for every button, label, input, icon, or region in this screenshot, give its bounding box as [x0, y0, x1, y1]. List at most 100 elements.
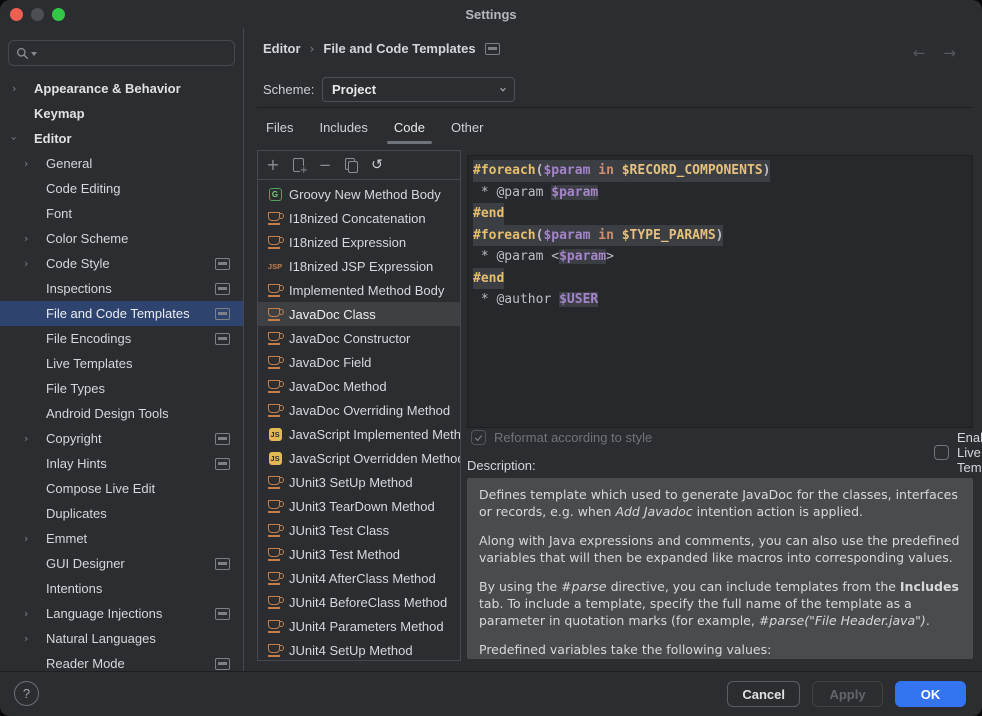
chevron-right-icon[interactable]	[12, 83, 34, 94]
template-item[interactable]: Implemented Method Body	[258, 278, 460, 302]
back-arrow-icon[interactable]: ←	[913, 44, 926, 62]
sidebar-item-label: Color Scheme	[46, 231, 128, 246]
chevron-down-icon[interactable]	[12, 133, 34, 144]
chevron-right-icon[interactable]	[24, 533, 46, 544]
sidebar-item[interactable]: File Encodings	[0, 326, 243, 351]
sidebar-item-label: GUI Designer	[46, 556, 125, 571]
project-setting-marker-icon	[215, 433, 230, 445]
template-item[interactable]: JUnit4 Parameters Method	[258, 614, 460, 638]
template-item[interactable]: JUnit4 SetUp Method	[258, 638, 460, 661]
forward-arrow-icon[interactable]: →	[943, 44, 956, 62]
tab-files[interactable]: Files	[259, 113, 300, 144]
template-item[interactable]: GGroovy New Method Body	[258, 182, 460, 206]
live-templates-checkbox[interactable]	[934, 445, 949, 460]
sidebar-item[interactable]: Font	[0, 201, 243, 226]
add-template-button[interactable]	[265, 157, 281, 173]
sidebar-item[interactable]: Code Editing	[0, 176, 243, 201]
search-input[interactable]	[39, 45, 227, 62]
chevron-right-icon[interactable]	[24, 433, 46, 444]
tab-code[interactable]: Code	[387, 113, 432, 144]
minimize-window-button[interactable]	[31, 8, 44, 21]
live-templates-option: Enable Live Templates	[934, 430, 982, 475]
template-item[interactable]: JUnit4 AfterClass Method	[258, 566, 460, 590]
scheme-select[interactable]: Project ›	[322, 77, 515, 102]
sidebar-item[interactable]: Copyright	[0, 426, 243, 451]
apply-button[interactable]: Apply	[812, 681, 883, 707]
template-editor[interactable]: #foreach($param in $RECORD_COMPONENTS) *…	[467, 155, 973, 428]
template-list: GGroovy New Method BodyI18nized Concaten…	[258, 180, 460, 661]
zoom-window-button[interactable]	[52, 8, 65, 21]
template-item[interactable]: JavaDoc Class	[258, 302, 460, 326]
description-box[interactable]: Defines template which used to generate …	[467, 478, 973, 659]
search-history-caret-icon[interactable]	[31, 52, 37, 56]
sidebar-item[interactable]: File Types	[0, 376, 243, 401]
template-item-label: I18nized Expression	[289, 235, 406, 250]
sidebar-item[interactable]: Color Scheme	[0, 226, 243, 251]
sidebar-item[interactable]: Code Style	[0, 251, 243, 276]
sidebar-item-label: Natural Languages	[46, 631, 156, 646]
template-item[interactable]: JavaDoc Overriding Method	[258, 398, 460, 422]
chevron-right-icon[interactable]	[24, 158, 46, 169]
sidebar-item-label: Code Editing	[46, 181, 120, 196]
template-item[interactable]: JUnit3 Test Method	[258, 542, 460, 566]
template-item[interactable]: JUnit3 TearDown Method	[258, 494, 460, 518]
tab-other[interactable]: Other	[444, 113, 491, 144]
java-icon	[267, 234, 283, 250]
template-item[interactable]: I18nized Concatenation	[258, 206, 460, 230]
close-window-button[interactable]	[10, 8, 23, 21]
settings-search-field[interactable]	[8, 40, 235, 66]
template-item[interactable]: JSJavaScript Implemented Method	[258, 422, 460, 446]
template-item[interactable]: JavaDoc Field	[258, 350, 460, 374]
template-item[interactable]: JSPI18nized JSP Expression	[258, 254, 460, 278]
sidebar-item[interactable]: File and Code Templates	[0, 301, 243, 326]
ok-button[interactable]: OK	[895, 681, 966, 707]
description-paragraph: Predefined variables take the following …	[479, 641, 961, 658]
separator	[257, 107, 973, 108]
template-item[interactable]: JavaDoc Method	[258, 374, 460, 398]
question-icon: ?	[23, 686, 30, 701]
template-item[interactable]: JUnit3 Test Class	[258, 518, 460, 542]
template-item[interactable]: I18nized Expression	[258, 230, 460, 254]
chevron-right-icon[interactable]	[24, 608, 46, 619]
bottom-bar: ? Cancel Apply OK	[0, 671, 982, 716]
copy-template-button[interactable]	[343, 157, 359, 173]
sidebar-item[interactable]: Duplicates	[0, 501, 243, 526]
sidebar-item[interactable]: Language Injections	[0, 601, 243, 626]
template-item[interactable]: JavaDoc Constructor	[258, 326, 460, 350]
template-item[interactable]: JUnit4 BeforeClass Method	[258, 590, 460, 614]
sidebar-item[interactable]: Intentions	[0, 576, 243, 601]
sidebar-item[interactable]: Keymap	[0, 101, 243, 126]
template-item[interactable]: JSJavaScript Overridden Method	[258, 446, 460, 470]
chevron-right-icon[interactable]	[24, 633, 46, 644]
sidebar-item-label: Code Style	[46, 256, 110, 271]
sidebar-item[interactable]: Natural Languages	[0, 626, 243, 651]
reformat-checkbox[interactable]	[471, 430, 486, 445]
project-setting-marker-icon	[215, 558, 230, 570]
tab-includes[interactable]: Includes	[312, 113, 374, 144]
sidebar-item[interactable]: Android Design Tools	[0, 401, 243, 426]
sidebar-item[interactable]: General	[0, 151, 243, 176]
sidebar-item[interactable]: Live Templates	[0, 351, 243, 376]
chevron-right-icon[interactable]	[24, 258, 46, 269]
scheme-row: Scheme: Project ›	[263, 77, 515, 102]
sidebar-item[interactable]: Compose Live Edit	[0, 476, 243, 501]
sidebar-item[interactable]: Inspections	[0, 276, 243, 301]
sidebar-item[interactable]: Appearance & Behavior	[0, 76, 243, 101]
sidebar-item[interactable]: Editor	[0, 126, 243, 151]
revert-template-button[interactable]	[369, 157, 385, 173]
help-button[interactable]: ?	[14, 681, 39, 706]
template-item[interactable]: JUnit3 SetUp Method	[258, 470, 460, 494]
chevron-right-icon[interactable]	[24, 233, 46, 244]
sidebar-item[interactable]: GUI Designer	[0, 551, 243, 576]
sidebar-item[interactable]: Reader Mode	[0, 651, 243, 672]
duplicate-template-button[interactable]	[291, 157, 307, 173]
sidebar-item[interactable]: Inlay Hints	[0, 451, 243, 476]
sidebar-item[interactable]: Emmet	[0, 526, 243, 551]
template-item-label: JavaDoc Field	[289, 355, 371, 370]
template-list-toolbar	[258, 151, 460, 180]
template-item-label: JUnit4 SetUp Method	[289, 643, 413, 658]
remove-template-button[interactable]	[317, 157, 333, 173]
java-icon	[267, 474, 283, 490]
breadcrumb-editor[interactable]: Editor	[263, 41, 301, 56]
cancel-button[interactable]: Cancel	[727, 681, 800, 707]
